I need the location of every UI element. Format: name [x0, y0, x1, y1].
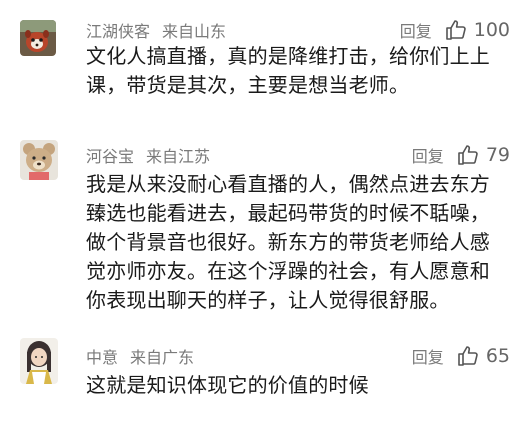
thumbs-up-icon — [458, 346, 478, 366]
comment-meta: 河谷宝 来自江苏 — [86, 143, 210, 167]
location-label: 来自广东 — [130, 348, 195, 367]
comment-meta: 中意 来自广东 — [86, 344, 194, 368]
like-count: 79 — [485, 144, 510, 166]
thumbs-up-icon — [445, 20, 466, 40]
like-count: 65 — [485, 345, 510, 367]
comment-actions: 回复 79 — [412, 143, 510, 167]
like-button[interactable]: 79 — [456, 143, 510, 167]
location-label: 来自江苏 — [146, 147, 211, 166]
location-label: 来自山东 — [162, 22, 227, 41]
comment-text: 这就是知识体现它的价值的时候 — [86, 373, 369, 397]
thumbs-up-icon — [458, 145, 478, 165]
reply-button[interactable]: 回复 — [412, 143, 444, 167]
girl-portrait-avatar[interactable] — [20, 338, 58, 384]
username[interactable]: 河谷宝 — [86, 147, 134, 166]
reply-button[interactable]: 回复 — [400, 18, 432, 42]
reply-button[interactable]: 回复 — [412, 344, 444, 368]
like-count: 100 — [473, 19, 510, 41]
like-button[interactable]: 65 — [456, 344, 510, 368]
comment-meta: 江湖侠客 来自山东 — [86, 18, 226, 42]
comment-text: 文化人搞直播，真的是降维打击，给你们上上 课，带货是其次，主要是想当老师。 — [86, 44, 490, 97]
comment-actions: 回复 100 — [400, 18, 510, 42]
comment-text: 我是从来没耐心看直播的人，偶然点进去东方 臻选也能看进去，最起码带货的时候不聒噪… — [86, 172, 490, 312]
like-button[interactable]: 100 — [444, 18, 510, 42]
username[interactable]: 中意 — [86, 348, 118, 367]
comment-actions: 回复 65 — [412, 344, 510, 368]
red-panda-avatar[interactable] — [20, 20, 56, 56]
teddy-bear-avatar[interactable] — [20, 140, 58, 180]
username[interactable]: 江湖侠客 — [86, 22, 150, 41]
